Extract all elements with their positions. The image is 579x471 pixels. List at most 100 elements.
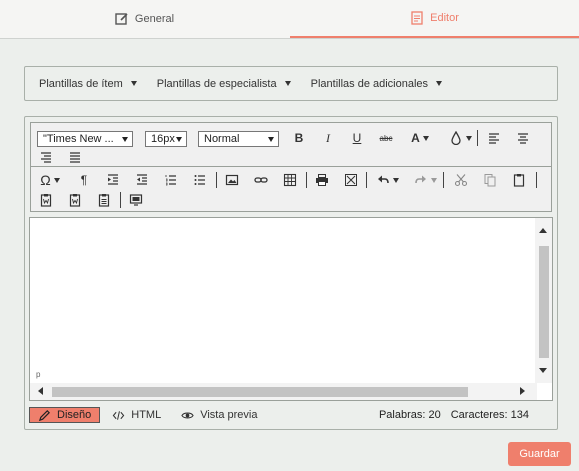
caret-down-icon (122, 137, 128, 142)
toolbar-separator (477, 130, 478, 146)
design-mode-button[interactable]: Diseño (29, 407, 101, 423)
toolbar-separator (443, 172, 444, 188)
paste-text-button[interactable] (66, 192, 84, 208)
preview-button[interactable] (127, 192, 145, 208)
undo-icon (377, 175, 389, 184)
word-count: Palabras: 20 (378, 409, 441, 421)
ordered-list-button[interactable] (162, 172, 180, 188)
paste-plain-icon (69, 194, 81, 207)
align-right-button[interactable] (37, 149, 55, 165)
additional-templates-label: Plantillas de adicionales (310, 77, 429, 90)
edit-square-icon (115, 13, 128, 25)
toolbar-formatting: "Times New ... 16px Normal B I U abc A (30, 122, 552, 167)
print-icon (316, 174, 328, 186)
insert-image-button[interactable] (223, 172, 241, 188)
item-templates-label: Plantillas de ítem (39, 77, 123, 90)
element-path: p (36, 370, 41, 379)
scroll-up-icon[interactable] (539, 228, 547, 233)
editor-content-area[interactable]: p (29, 217, 553, 401)
caret-down-icon (430, 177, 437, 183)
format-select[interactable]: Normal (198, 131, 279, 147)
toolbar-separator (536, 172, 537, 188)
item-templates-dropdown[interactable]: Plantillas de ítem (39, 78, 137, 90)
save-button[interactable]: Guardar (508, 442, 571, 466)
templates-bar: Plantillas de ítem Plantillas de especia… (24, 66, 558, 101)
vertical-scrollbar[interactable] (535, 218, 552, 383)
tab-editor-label: Editor (430, 12, 459, 24)
horizontal-scrollbar[interactable] (30, 383, 537, 400)
unordered-list-button[interactable] (191, 172, 209, 188)
pilcrow-icon: ¶ (80, 173, 88, 187)
font-color-button[interactable]: A (407, 130, 433, 146)
ordered-list-icon (165, 175, 176, 186)
underline-button[interactable]: U (348, 130, 366, 146)
font-size-select[interactable]: 16px (145, 131, 187, 147)
copy-button[interactable] (481, 172, 499, 188)
fullscreen-button[interactable] (342, 172, 360, 188)
caret-down-icon (176, 137, 182, 142)
vertical-scroll-thumb[interactable] (539, 246, 549, 358)
paste-word-icon (40, 194, 52, 207)
align-center-button[interactable] (514, 130, 532, 146)
tab-general[interactable]: General (0, 0, 289, 38)
font-family-value: "Times New ... (43, 133, 114, 145)
background-color-button[interactable] (447, 130, 473, 146)
fullscreen-icon (345, 174, 357, 186)
caret-down-icon (392, 177, 399, 183)
outdent-button[interactable] (133, 172, 151, 188)
align-center-icon (518, 133, 528, 144)
indent-button[interactable] (104, 172, 122, 188)
align-justify-icon (70, 152, 80, 163)
redo-button[interactable] (411, 172, 439, 188)
horizontal-scroll-thumb[interactable] (52, 387, 468, 397)
droplet-icon (450, 131, 461, 145)
additional-templates-dropdown[interactable]: Plantillas de adicionales (310, 77, 443, 90)
bullet-list-icon (194, 175, 205, 185)
caret-down-icon (465, 135, 472, 141)
html-mode-label: HTML (131, 409, 162, 421)
undo-button[interactable] (373, 172, 401, 188)
tab-editor[interactable]: Editor (290, 0, 579, 38)
editor-status-bar: Diseño HTML Vista previa Palabras: 20 Ca… (29, 405, 553, 425)
scroll-right-icon[interactable] (520, 387, 525, 395)
toolbar-separator (366, 172, 367, 188)
italic-button[interactable]: I (319, 130, 337, 146)
preview-mode-button[interactable]: Vista previa (173, 407, 265, 423)
indent-icon (108, 174, 118, 185)
print-button[interactable] (313, 172, 331, 188)
bold-button[interactable]: B (290, 130, 308, 146)
toolbar-separator (306, 172, 307, 188)
tab-general-label: General (134, 13, 175, 25)
char-count: Caracteres: 134 (450, 409, 529, 421)
align-justify-button[interactable] (66, 149, 84, 165)
html-mode-button[interactable]: HTML (104, 407, 169, 423)
paragraph-format-button[interactable]: ¶ (75, 172, 93, 188)
toolbar-insert: Ω ¶ (30, 167, 552, 212)
preview-mode-label: Vista previa (200, 409, 258, 421)
special-char-button[interactable]: Ω (37, 172, 63, 188)
document-icon (411, 11, 423, 25)
paste-plain-button[interactable] (95, 192, 113, 208)
image-icon (225, 174, 239, 186)
eye-icon (181, 412, 194, 418)
caret-down-icon (53, 177, 60, 183)
table-icon (283, 173, 297, 187)
insert-link-button[interactable] (252, 172, 270, 188)
paste-word-button[interactable] (37, 192, 55, 208)
insert-table-button[interactable] (281, 172, 299, 188)
scissors-icon (454, 174, 468, 187)
strikethrough-button[interactable]: abc (377, 130, 395, 146)
specialist-templates-label: Plantillas de especialista (156, 77, 277, 90)
paste-button[interactable] (510, 172, 528, 188)
format-value: Normal (204, 133, 240, 145)
scroll-left-icon[interactable] (38, 387, 43, 395)
omega-icon: Ω (40, 172, 51, 188)
specialist-templates-dropdown[interactable]: Plantillas de especialista (157, 78, 291, 90)
design-mode-label: Diseño (57, 409, 92, 421)
cut-button[interactable] (452, 172, 470, 188)
scroll-down-icon[interactable] (539, 368, 547, 373)
caret-down-icon (284, 81, 291, 86)
font-family-select[interactable]: "Times New ... (37, 131, 133, 147)
align-left-button[interactable] (485, 130, 503, 146)
align-right-icon (41, 152, 51, 163)
